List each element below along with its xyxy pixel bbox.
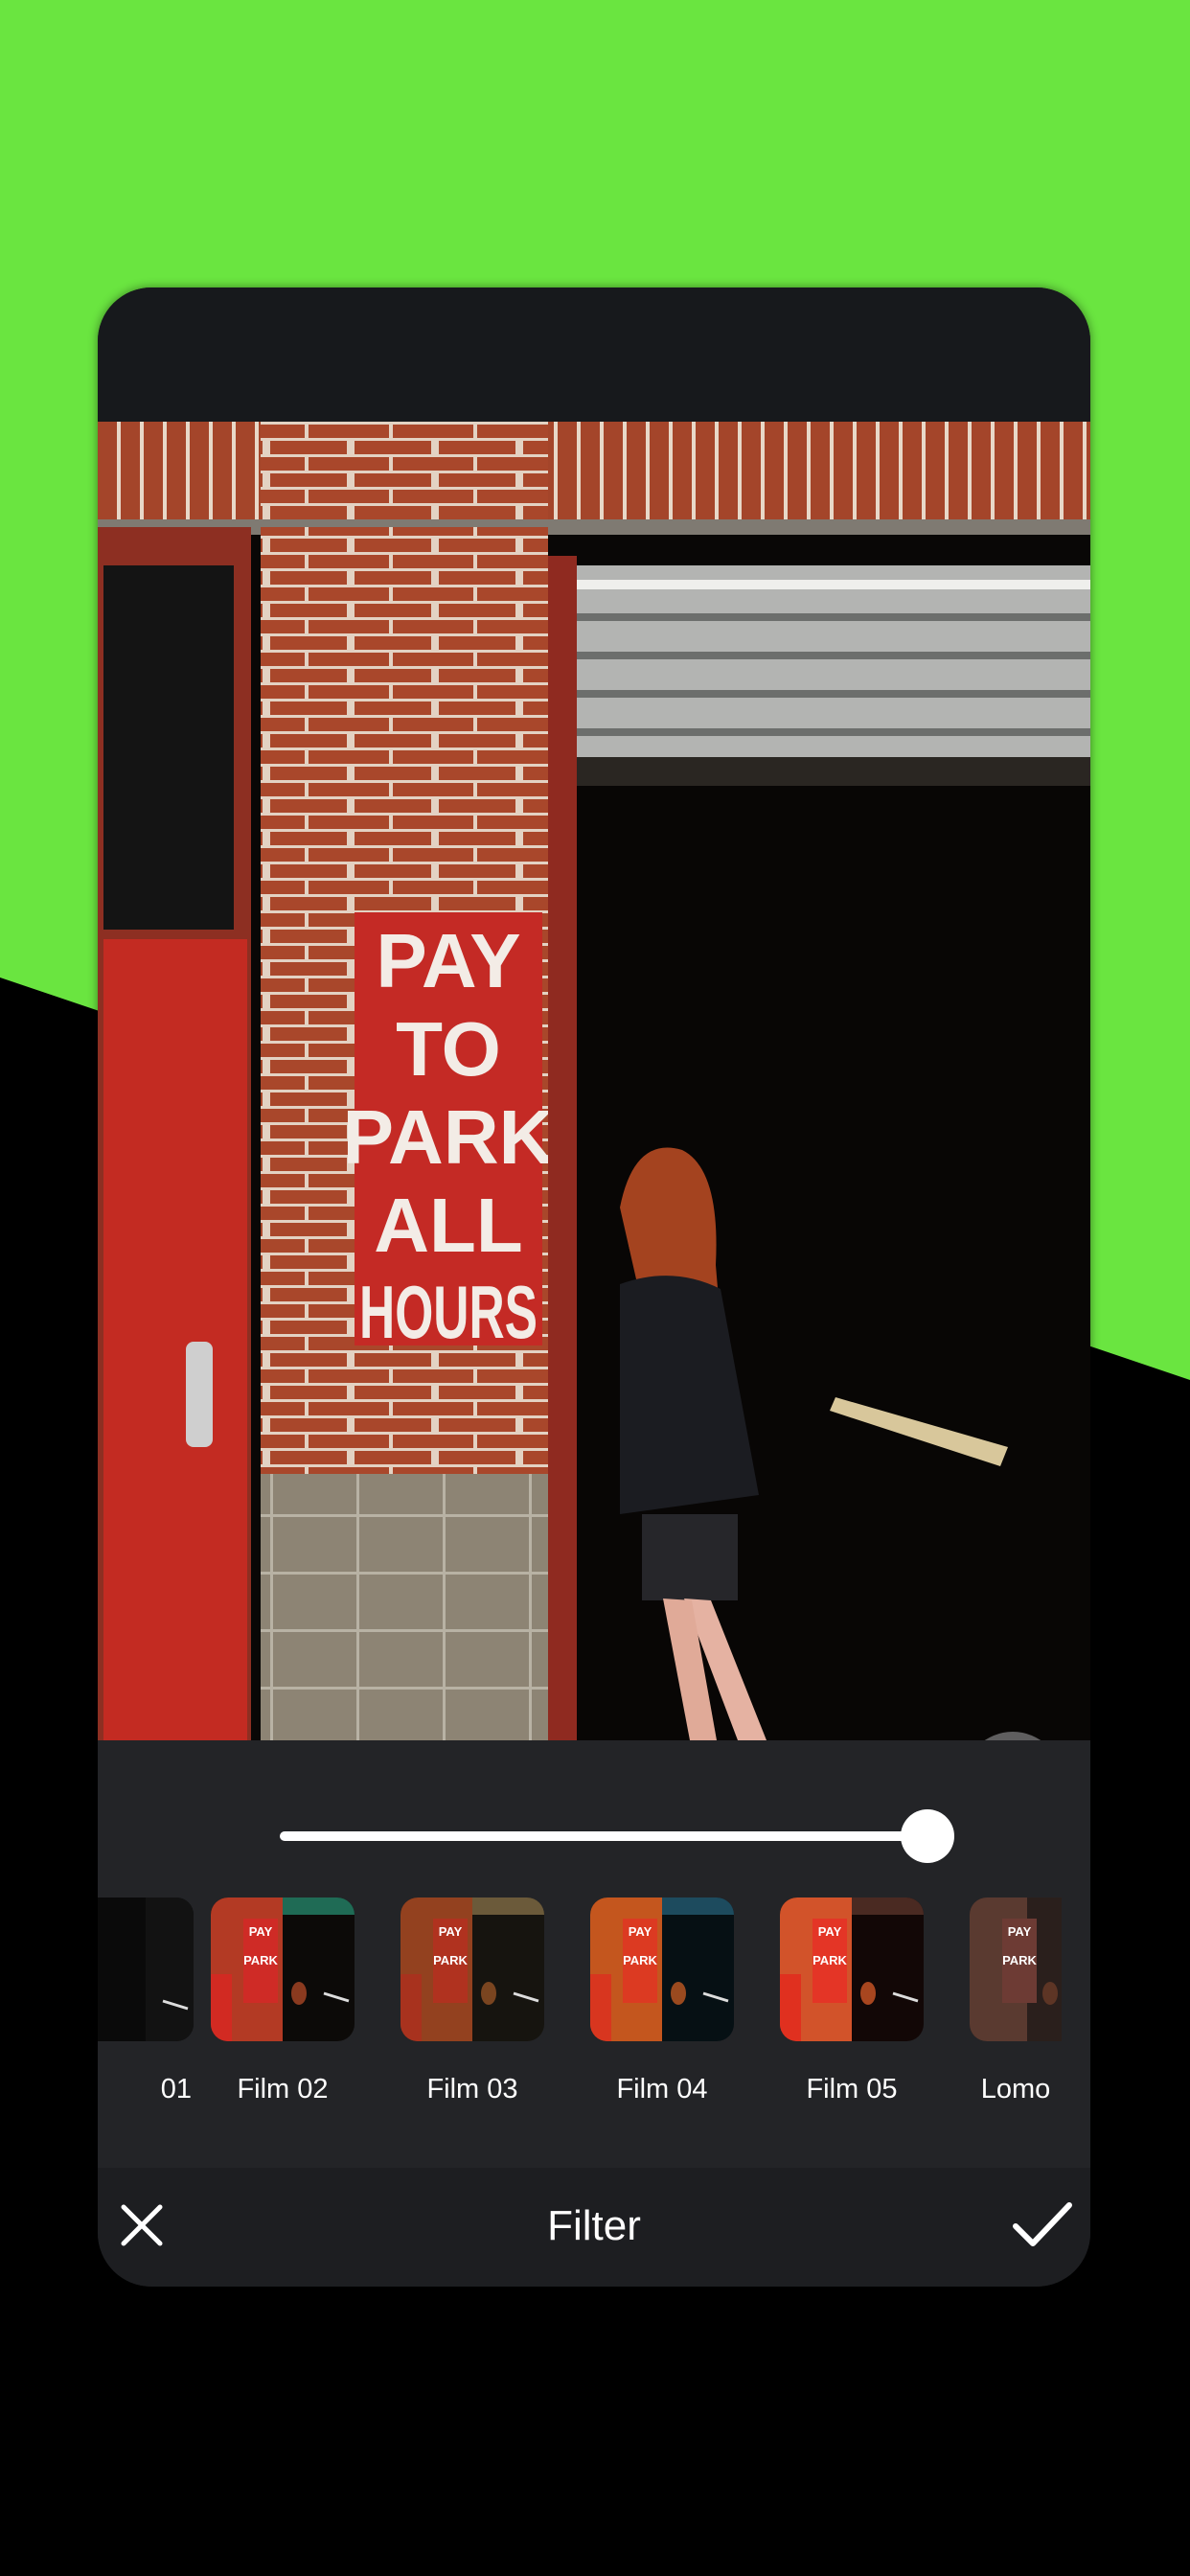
- filter-thumbnail: [98, 1898, 194, 2041]
- checkmark-icon: [1012, 2201, 1073, 2254]
- intensity-slider[interactable]: [280, 1809, 954, 1863]
- svg-text:PAY: PAY: [629, 1924, 652, 1939]
- action-bar: Filter: [98, 2168, 1090, 2287]
- filter-label: Film 02: [237, 2074, 329, 2104]
- svg-text:PAY: PAY: [439, 1924, 463, 1939]
- action-title: Filter: [547, 2202, 641, 2249]
- filter-item-film-03[interactable]: PAY PARK Film 03: [400, 1898, 544, 2105]
- filter-thumbnail: PAY PARK: [590, 1898, 734, 2041]
- filter-item-lomo[interactable]: PAY PARK Lomo: [970, 1898, 1090, 2105]
- filter-label: Lomo: [980, 2074, 1051, 2104]
- sign-line-1: PAY: [376, 918, 520, 1003]
- filter-label: Film 03: [426, 2074, 518, 2104]
- filter-thumbnail: PAY PARK: [400, 1898, 544, 2041]
- editor-screen: PAY TO PARK ALL HOURS 01 PAY PARK Film 0…: [98, 288, 1090, 2287]
- filter-label: Film 05: [806, 2074, 898, 2104]
- filter-item-film-05[interactable]: PAY PARK Film 05: [780, 1898, 924, 2105]
- photo-preview: PAY TO PARK ALL HOURS: [98, 422, 1090, 1740]
- slider-thumb[interactable]: [901, 1809, 954, 1863]
- svg-text:PARK: PARK: [243, 1953, 278, 1967]
- svg-text:PAY: PAY: [249, 1924, 273, 1939]
- filter-item-film-04[interactable]: PAY PARK Film 04: [590, 1898, 734, 2105]
- svg-text:PARK: PARK: [623, 1953, 657, 1967]
- sign-line-4: ALL: [374, 1183, 523, 1268]
- confirm-button[interactable]: [1002, 2191, 1083, 2264]
- svg-text:PAY: PAY: [818, 1924, 842, 1939]
- filter-thumbnail: PAY PARK: [780, 1898, 924, 2041]
- svg-text:PARK: PARK: [433, 1953, 468, 1967]
- slider-fill: [280, 1831, 927, 1841]
- svg-text:PAY: PAY: [1008, 1924, 1032, 1939]
- filter-label: 01: [160, 2074, 192, 2104]
- filter-list: 01 PAY PARK Film 02 PAY PARK Film 03 PAY PA…: [98, 1898, 1090, 2128]
- sign-line-5: HOURS: [359, 1270, 538, 1354]
- sign-line-3: PARK: [343, 1094, 555, 1180]
- filter-panel: 01 PAY PARK Film 02 PAY PARK Film 03 PAY PA…: [98, 1740, 1090, 2168]
- filter-item-film-02[interactable]: PAY PARK Film 02: [211, 1898, 355, 2105]
- top-bar: [98, 288, 1090, 422]
- sign-line-2: TO: [396, 1006, 501, 1092]
- svg-text:PARK: PARK: [812, 1953, 847, 1967]
- filter-thumbnail: PAY PARK: [970, 1898, 1062, 2041]
- filter-label: Film 04: [616, 2074, 708, 2104]
- filter-item-01[interactable]: 01: [98, 1898, 194, 2105]
- filter-thumbnail: PAY PARK: [211, 1898, 355, 2041]
- svg-text:PARK: PARK: [1002, 1953, 1037, 1967]
